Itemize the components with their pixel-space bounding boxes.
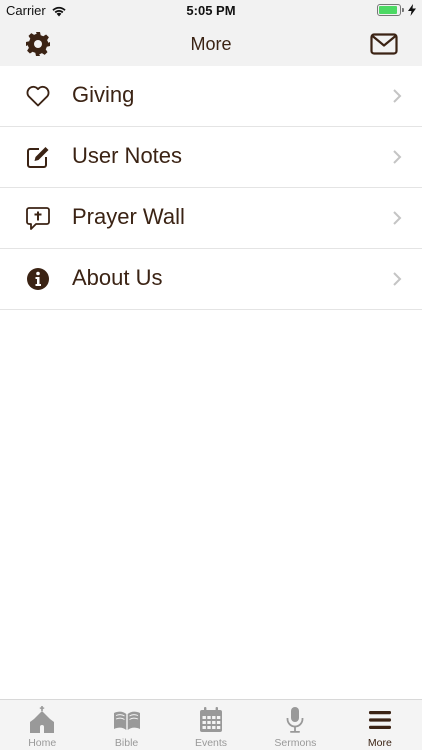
book-icon [113,711,140,730]
battery-icon [377,4,404,16]
charging-bolt-icon [408,4,416,16]
tab-label: Sermons [274,737,317,749]
more-menu-list: Giving User Notes Prayer Wall About Us [0,66,422,310]
heart-icon [26,85,50,107]
microphone-icon [287,707,304,733]
navigation-bar: More [0,22,422,66]
tab-more[interactable]: More [338,700,422,750]
tab-label: Events [194,737,228,749]
tab-label: Bible [114,737,139,749]
chevron-right-icon [393,89,402,103]
chevron-right-icon [393,150,402,164]
tab-sermons[interactable]: Sermons [253,700,337,750]
menu-item-prayer-wall[interactable]: Prayer Wall [0,188,422,249]
tab-home[interactable]: Home [0,700,84,750]
church-icon [30,706,55,733]
tab-label: More [367,737,392,749]
menu-item-label: Prayer Wall [72,204,185,229]
menu-item-user-notes[interactable]: User Notes [0,127,422,188]
tab-label: Home [28,737,57,749]
prayer-bubble-icon [26,207,50,230]
tab-events[interactable]: Events [169,700,253,750]
calendar-icon [200,707,223,732]
tab-bar: Home Bible Events Sermons More [0,699,422,750]
status-bar: Carrier 5:05 PM [0,0,422,22]
menu-item-label: User Notes [72,143,183,168]
tab-bible[interactable]: Bible [84,700,168,750]
menu-item-about-us[interactable]: About Us [0,249,422,310]
menu-icon [368,711,391,729]
chevron-right-icon [393,211,402,225]
battery-indicator [377,4,416,16]
info-icon [27,268,49,290]
menu-item-label: About Us [72,265,163,290]
edit-note-icon [27,147,49,168]
status-time: 5:05 PM [186,3,236,18]
chevron-right-icon [393,272,402,286]
mail-icon[interactable] [370,33,398,55]
page-title: More [190,34,232,54]
menu-item-label: Giving [72,82,135,107]
menu-item-giving[interactable]: Giving [0,66,422,127]
battery-fill [379,6,397,14]
